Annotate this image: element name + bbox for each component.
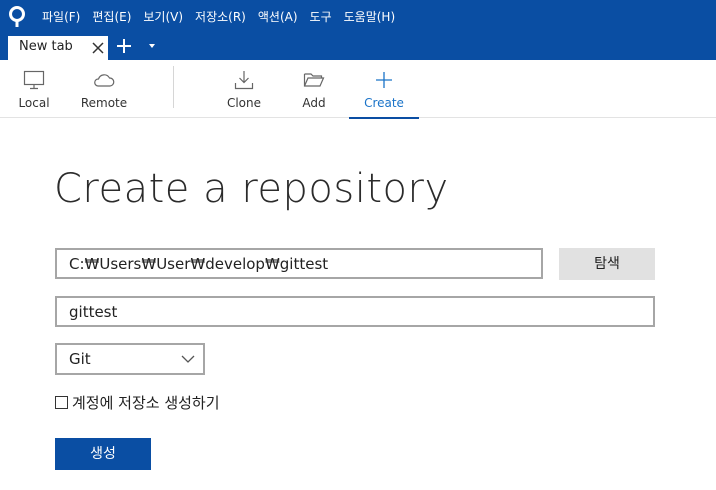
menu-item-view[interactable]: 보기(V) bbox=[137, 0, 189, 34]
tab-new-tab[interactable]: New tab bbox=[8, 34, 108, 60]
main-menu: 파일(F) 편집(E) 보기(V) 저장소(R) 액션(A) 도구 도움말(H) bbox=[36, 0, 401, 34]
create-tab-button[interactable]: Create bbox=[349, 60, 419, 119]
name-input[interactable] bbox=[69, 301, 649, 323]
menu-item-repository[interactable]: 저장소(R) bbox=[189, 0, 252, 34]
path-field[interactable] bbox=[55, 248, 543, 279]
local-label: Local bbox=[18, 96, 50, 110]
chevron-down-icon[interactable] bbox=[146, 40, 158, 52]
toolbar-separator bbox=[173, 66, 174, 108]
page-title: Create a repository bbox=[54, 166, 449, 212]
remote-label: Remote bbox=[80, 96, 128, 110]
clone-label: Clone bbox=[226, 96, 262, 110]
active-tab-indicator bbox=[349, 117, 419, 119]
plus-icon[interactable] bbox=[114, 36, 134, 56]
monitor-icon bbox=[23, 70, 45, 90]
tab-bar: New tab bbox=[0, 34, 716, 60]
close-icon[interactable] bbox=[91, 41, 105, 55]
folder-icon bbox=[303, 73, 325, 87]
add-button[interactable]: Add bbox=[290, 60, 338, 118]
menu-item-tools[interactable]: 도구 bbox=[304, 0, 338, 34]
vcs-select-value: Git bbox=[69, 350, 91, 368]
clone-button[interactable]: Clone bbox=[218, 60, 270, 118]
vcs-select[interactable]: Git bbox=[55, 343, 205, 375]
menu-item-edit[interactable]: 편집(E) bbox=[86, 0, 137, 34]
tab-label: New tab bbox=[19, 39, 73, 54]
create-label: Create bbox=[364, 96, 404, 110]
cloud-icon bbox=[94, 74, 115, 87]
download-icon bbox=[234, 71, 254, 90]
menu-item-actions[interactable]: 액션(A) bbox=[252, 0, 304, 34]
local-button[interactable]: Local bbox=[8, 60, 60, 118]
path-input[interactable] bbox=[69, 253, 537, 275]
browse-button[interactable]: 탐색 bbox=[559, 248, 655, 280]
create-remote-checkbox[interactable] bbox=[55, 395, 68, 409]
plus-icon bbox=[376, 72, 392, 88]
menu-bar: 파일(F) 편집(E) 보기(V) 저장소(R) 액션(A) 도구 도움말(H) bbox=[0, 0, 716, 34]
remote-button[interactable]: Remote bbox=[76, 60, 132, 118]
menu-item-help[interactable]: 도움말(H) bbox=[338, 0, 402, 34]
create-remote-checkbox-label[interactable]: 계정에 저장소 생성하기 bbox=[72, 392, 220, 413]
create-remote-checkbox-row[interactable]: 계정에 저장소 생성하기 bbox=[55, 392, 220, 412]
chevron-down-icon bbox=[181, 355, 195, 363]
add-label: Add bbox=[302, 96, 326, 110]
sourcetree-logo-icon[interactable] bbox=[7, 6, 27, 28]
create-button[interactable]: 생성 bbox=[55, 438, 151, 470]
menu-item-file[interactable]: 파일(F) bbox=[36, 0, 86, 34]
toolbar: Local Remote Clone Add Create bbox=[0, 60, 716, 119]
name-field[interactable] bbox=[55, 296, 655, 327]
